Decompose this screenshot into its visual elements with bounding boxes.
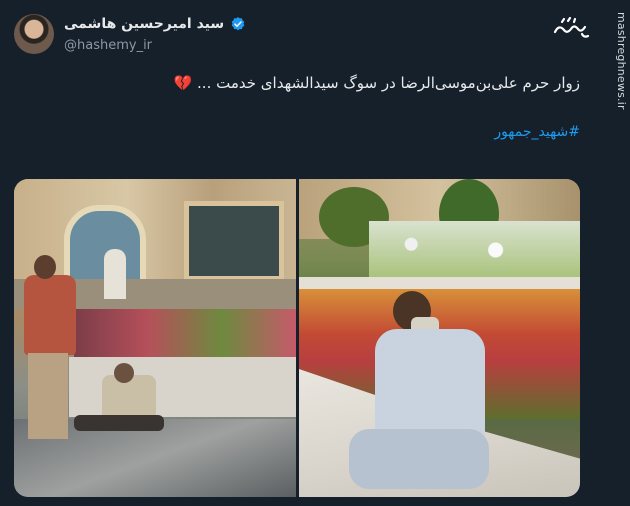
tweet-text: زوار حرم علی‌بن‌موسی‌الرضا در سوگ سیدالش… xyxy=(60,74,580,92)
author-avatar[interactable] xyxy=(14,14,54,54)
author-name-row: سید امیرحسین هاشمی xyxy=(64,16,246,32)
author-name[interactable]: سید امیرحسین هاشمی xyxy=(64,16,224,32)
watermark-side-text: mashreghnews.ir xyxy=(615,12,628,110)
author-handle[interactable]: @hashemy_ir xyxy=(64,38,152,53)
tweet-body: زوار حرم علی‌بن‌موسی‌الرضا در سوگ سیدالش… xyxy=(197,74,580,92)
media-grid xyxy=(14,179,580,497)
hashtag-link[interactable]: #شهید_جمهور xyxy=(494,124,580,140)
verified-badge-icon xyxy=(231,17,245,31)
mashregh-logo xyxy=(553,16,590,38)
photo-shrine-garden-man-crying[interactable] xyxy=(299,179,580,497)
photo-shrine-courtyard-man-sitting[interactable] xyxy=(14,179,296,497)
broken-heart-emoji: 💔 xyxy=(173,74,193,92)
